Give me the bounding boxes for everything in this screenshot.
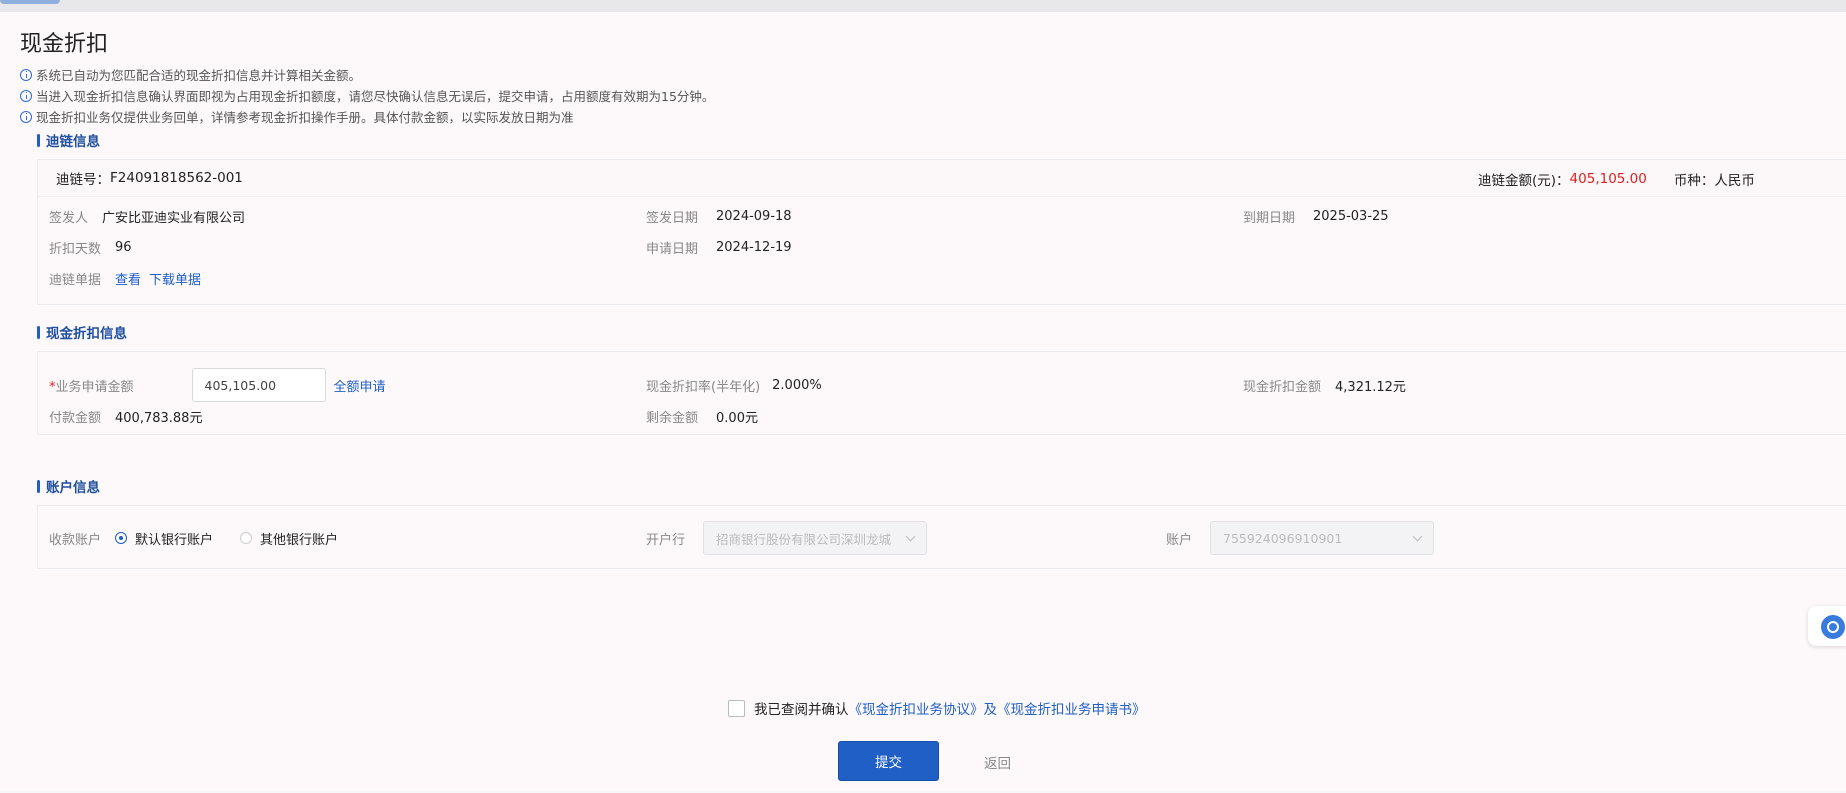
bank-label: 开户行	[646, 532, 686, 548]
issue-date-label: 签发日期	[646, 210, 699, 226]
apply-date-value: 2024-12-19	[716, 239, 792, 255]
section-bar	[37, 479, 40, 493]
pay-amount-field: 付款金额 400,783.88元	[49, 406, 202, 426]
receive-account-field: 收款账户 默认银行账户 其他银行账户	[49, 528, 338, 548]
chain-amount-label: 迪链金额(元)：	[1478, 172, 1570, 189]
default-account-radio[interactable]	[115, 532, 128, 544]
apply-date-field: 申请日期 2024-12-19	[646, 237, 792, 257]
back-button[interactable]: 返回	[984, 752, 1011, 772]
section-title-text: 账户信息	[46, 480, 100, 496]
rate-value: 2.000%	[772, 377, 822, 393]
agreement-text: 我已查阅并确认	[754, 702, 849, 718]
tip-item: 当进入现金折扣信息确认界面即视为占用现金折扣额度，请您尽快确认信息无误后，提交申…	[20, 85, 714, 106]
issuer-value: 广安比亚迪实业有限公司	[102, 210, 246, 226]
chain-doc-field: 迪链单据 查看 下载单据	[49, 268, 201, 288]
chevron-down-icon	[1412, 531, 1423, 541]
customer-service-icon	[1821, 615, 1845, 639]
agreement-link[interactable]: 《现金折扣业务协议》及《现金折扣业务申请书》	[849, 698, 1146, 718]
due-date-field: 到期日期 2025-03-25	[1243, 206, 1389, 226]
chain-doc-label: 迪链单据	[49, 272, 102, 288]
page-container: 现金折扣 系统已自动为您匹配合适的现金折扣信息并计算相关金额。 当进入现金折扣信…	[0, 12, 1846, 793]
bank-select-value: 招商银行股份有限公司深圳龙城	[716, 531, 892, 547]
rate-label: 现金折扣率(半年化)	[646, 379, 761, 395]
chain-info-header: 迪链号： F24091818562-001 迪链金额(元)： 405,105.0…	[38, 160, 1846, 197]
content-card: 现金折扣 系统已自动为您匹配合适的现金折扣信息并计算相关金额。 当进入现金折扣信…	[0, 12, 1846, 791]
logo	[0, 0, 60, 4]
remain-value: 0.00元	[716, 410, 758, 426]
discount-amount-field: 现金折扣金额 4,321.12元	[1243, 375, 1406, 395]
info-circle-icon	[20, 89, 32, 102]
apply-amount-field: *业务申请金额 405,105.00 全额申请	[49, 368, 386, 402]
tip-text: 系统已自动为您匹配合适的现金折扣信息并计算相关金额。	[36, 68, 362, 83]
top-bar	[0, 0, 1846, 12]
info-circle-icon	[20, 110, 32, 123]
help-float-button[interactable]	[1808, 606, 1846, 646]
discount-info-panel: *业务申请金额 405,105.00 全额申请 现金折扣率(半年化) 2.000…	[37, 351, 1846, 435]
apply-date-label: 申请日期	[646, 241, 699, 257]
issue-date-field: 签发日期 2024-09-18	[646, 206, 792, 226]
section-title-chain: 迪链信息	[37, 130, 100, 150]
submit-button[interactable]: 提交	[838, 741, 939, 781]
currency-label: 币种：	[1673, 172, 1715, 189]
chain-info-panel: 迪链号： F24091818562-001 迪链金额(元)： 405,105.0…	[37, 159, 1846, 305]
page-title: 现金折扣	[20, 32, 109, 57]
apply-amount-label-text: 业务申请金额	[55, 379, 134, 395]
tip-item: 系统已自动为您匹配合适的现金折扣信息并计算相关金额。	[20, 64, 714, 85]
other-account-radio[interactable]	[240, 532, 253, 544]
discount-amount-label: 现金折扣金额	[1243, 379, 1322, 395]
section-bar	[37, 325, 40, 339]
chain-no: F24091818562-001	[110, 170, 243, 186]
due-date-value: 2025-03-25	[1313, 208, 1389, 224]
chain-no-label: 迪链号：	[56, 172, 110, 188]
account-field: 账户 755924096910901	[1166, 521, 1435, 555]
apply-amount-input[interactable]: 405,105.00	[191, 368, 326, 402]
tips-list: 系统已自动为您匹配合适的现金折扣信息并计算相关金额。 当进入现金折扣信息确认界面…	[20, 64, 714, 127]
tip-text: 现金折扣业务仅提供业务回单，详情参考现金折扣操作手册。具体付款金额，以实际发放日…	[36, 110, 574, 125]
section-title-text: 迪链信息	[46, 134, 100, 150]
discount-amount-value: 4,321.12元	[1335, 379, 1406, 395]
rate-field: 现金折扣率(半年化) 2.000%	[646, 375, 822, 395]
section-title-text: 现金折扣信息	[46, 326, 127, 342]
remain-label: 剩余金额	[646, 410, 699, 426]
account-select-value: 755924096910901	[1223, 530, 1343, 546]
account-select[interactable]: 755924096910901	[1210, 521, 1435, 555]
pay-amount-value: 400,783.88元	[115, 410, 203, 426]
tip-text: 当进入现金折扣信息确认界面即视为占用现金折扣额度，请您尽快确认信息无误后，提交申…	[36, 89, 715, 104]
info-circle-icon	[20, 68, 32, 81]
bank-field: 开户行 招商银行股份有限公司深圳龙城	[646, 521, 928, 555]
apply-amount-label: *业务申请金额	[49, 376, 134, 395]
full-apply-link[interactable]: 全额申请	[334, 376, 386, 395]
currency: 人民币	[1714, 172, 1755, 189]
view-doc-link[interactable]: 查看	[115, 269, 141, 288]
issuer-label: 签发人	[49, 210, 89, 226]
agreement-checkbox[interactable]	[728, 699, 745, 717]
discount-days-field: 折扣天数 96	[49, 237, 132, 257]
section-title-account: 账户信息	[37, 476, 100, 496]
section-bar	[37, 133, 40, 147]
account-label: 账户	[1166, 532, 1193, 548]
issue-date-value: 2024-09-18	[716, 208, 792, 224]
discount-days-value: 96	[115, 239, 132, 255]
download-doc-link[interactable]: 下载单据	[149, 269, 201, 288]
chevron-down-icon	[905, 531, 916, 541]
agreement-row: 我已查阅并确认 《现金折扣业务协议》及《现金折扣业务申请书》	[728, 698, 1146, 718]
chain-amount: 405,105.00	[1569, 170, 1647, 187]
due-date-label: 到期日期	[1243, 210, 1296, 226]
other-account-label[interactable]: 其他银行账户	[260, 529, 338, 548]
pay-amount-label: 付款金额	[49, 410, 102, 426]
section-title-discount: 现金折扣信息	[37, 322, 127, 342]
bank-select[interactable]: 招商银行股份有限公司深圳龙城	[703, 521, 928, 555]
discount-days-label: 折扣天数	[49, 241, 102, 257]
receive-account-label: 收款账户	[49, 532, 102, 548]
account-info-panel: 收款账户 默认银行账户 其他银行账户 开户行 招商银行股份有限公司深圳龙城 账户…	[37, 505, 1846, 569]
issuer-field: 签发人 广安比亚迪实业有限公司	[49, 206, 245, 226]
tip-item: 现金折扣业务仅提供业务回单，详情参考现金折扣操作手册。具体付款金额，以实际发放日…	[20, 106, 714, 127]
default-account-label[interactable]: 默认银行账户	[135, 529, 213, 548]
chain-amount-group: 迪链金额(元)： 405,105.00 币种： 人民币	[1478, 160, 1755, 197]
remain-field: 剩余金额 0.00元	[646, 406, 758, 426]
